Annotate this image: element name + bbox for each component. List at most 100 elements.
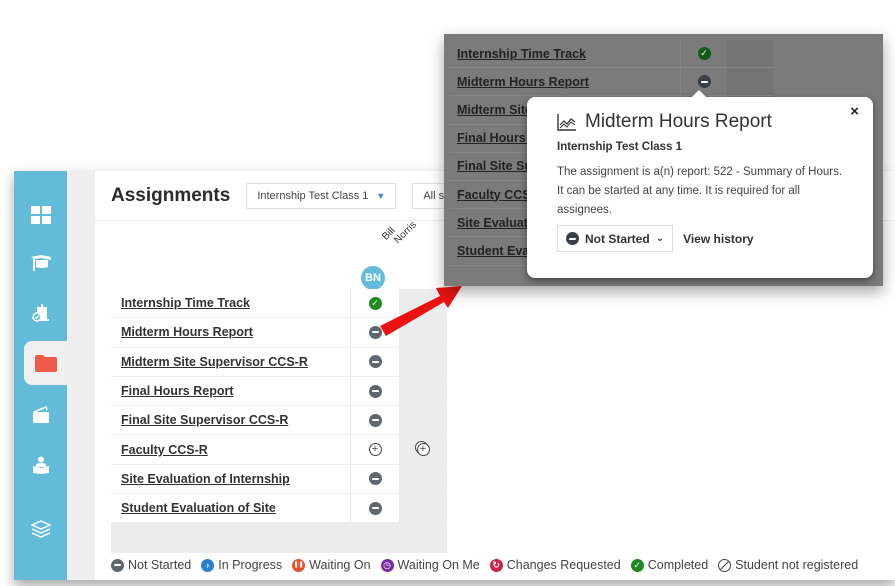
legend-item: Not Started	[111, 558, 191, 572]
not-started-icon[interactable]	[697, 75, 711, 89]
assignment-link[interactable]: Site Evaluation of Internship	[121, 472, 290, 486]
inset-row: Midterm Hours Report	[449, 68, 773, 97]
sidebar	[14, 171, 67, 580]
legend-label: In Progress	[218, 558, 283, 572]
not-started-icon	[566, 232, 579, 245]
legend-item: Student not registered	[718, 558, 858, 572]
inset-assignment-link: Midterm Site	[457, 102, 533, 117]
page-title: Assignments	[111, 184, 231, 206]
table-row: Final Site Supervisor CCS-R	[111, 406, 447, 436]
assignment-link[interactable]: Internship Time Track	[121, 296, 250, 310]
legend-label: Waiting On Me	[397, 558, 480, 572]
view-history-link[interactable]: View history	[683, 232, 753, 246]
reader-icon	[32, 456, 49, 474]
graduation-cap-icon	[30, 255, 51, 271]
waiting-on-me-icon: ◷	[380, 558, 394, 572]
folder-icon	[34, 354, 57, 372]
not-started-icon[interactable]	[368, 384, 382, 398]
sidebar-item-wallet[interactable]	[14, 393, 67, 437]
assignment-link[interactable]: Midterm Site Supervisor CCS-R	[121, 355, 308, 369]
inset-assignment-link: Student Eval	[457, 243, 533, 258]
completed-icon: ✓	[630, 558, 644, 572]
legend-label: Student not registered	[735, 558, 859, 572]
status-dropdown-label: Not Started	[585, 231, 650, 246]
sidebar-item-students[interactable]	[14, 443, 67, 487]
inset-assignment-link: Site Evaluati	[457, 215, 532, 230]
assignment-name-cell: Internship Time Track	[111, 289, 351, 318]
table-row: Student Evaluation of Site	[111, 494, 447, 524]
assignment-link[interactable]: Final Hours Report	[121, 384, 234, 398]
legend-label: Completed	[647, 558, 709, 572]
close-icon[interactable]: ×	[850, 103, 859, 120]
assignment-name-cell: Student Evaluation of Site	[111, 494, 351, 523]
sidebar-item-dashboard[interactable]	[14, 193, 67, 237]
class-select[interactable]: Internship Test Class 1 ▼	[246, 182, 397, 209]
changes-requested-icon: ↻	[489, 558, 503, 572]
assignment-link[interactable]: Student Evaluation of Site	[121, 501, 276, 515]
status-cell[interactable]: +	[351, 435, 399, 464]
inset-assignment-link: Midterm Hours Report	[457, 74, 589, 89]
building-check-icon	[31, 304, 49, 322]
wallet-icon	[32, 406, 49, 423]
assignment-link[interactable]: Final Site Supervisor CCS-R	[121, 413, 288, 427]
inset-row: Internship Time Track ✓	[449, 40, 773, 69]
inset-extra-cell	[727, 40, 773, 68]
extra-cell	[399, 494, 447, 523]
popup-description: The assignment is a(n) report: 522 - Sum…	[557, 166, 843, 216]
completed-icon[interactable]: ✓	[697, 47, 711, 61]
assignment-name-cell: Midterm Site Supervisor CCS-R	[111, 347, 351, 376]
extra-cell	[399, 464, 447, 494]
sidebar-item-layers[interactable]	[14, 507, 67, 551]
status-cell[interactable]	[351, 406, 399, 435]
status-legend: Not Started › In Progress ❚❚ Waiting On ◷ Wait…	[111, 558, 858, 572]
not-started-icon[interactable]	[368, 472, 382, 486]
chevron-down-icon: ⌄	[655, 233, 665, 244]
assignment-popup: × Midterm Hours Report Internship Test C…	[527, 90, 873, 278]
table-row: Midterm Site Supervisor CCS-R	[111, 347, 447, 377]
sidebar-item-assignments[interactable]	[24, 341, 67, 385]
add-icon[interactable]: +	[368, 443, 382, 457]
not-started-icon[interactable]	[368, 501, 382, 515]
inset-status-cell: ✓	[681, 40, 727, 67]
not-started-icon[interactable]	[368, 413, 382, 427]
not-registered-icon	[718, 558, 732, 572]
popup-pointer	[692, 90, 706, 97]
sidebar-item-sites[interactable]	[14, 291, 67, 335]
assignment-name-cell: Faculty CCS-R	[111, 435, 351, 464]
inset-extra-cell	[727, 68, 773, 96]
legend-item: › In Progress	[201, 558, 282, 572]
grid-icon	[30, 206, 51, 224]
inset-assignment-link: Internship Time Track	[457, 46, 586, 61]
status-cell[interactable]	[351, 347, 399, 376]
table-row: Final Hours Report	[111, 376, 447, 407]
legend-label: Not Started	[128, 558, 192, 572]
not-started-icon[interactable]	[368, 355, 382, 369]
popup-actions: Not Started ⌄ View history	[557, 225, 843, 252]
layers-icon	[30, 520, 51, 538]
status-cell[interactable]	[351, 494, 399, 523]
status-dropdown[interactable]: Not Started ⌄	[557, 225, 674, 252]
status-cell[interactable]	[351, 464, 399, 494]
legend-item: ◷ Waiting On Me	[380, 558, 480, 572]
status-cell[interactable]	[351, 376, 399, 406]
table-row: Site Evaluation of Internship	[111, 464, 447, 495]
waiting-on-icon: ❚❚	[292, 558, 306, 572]
footer-cell	[399, 523, 447, 554]
class-select-value: Internship Test Class 1	[257, 189, 369, 202]
sidebar-item-courses[interactable]	[14, 241, 67, 285]
assignment-link[interactable]: Faculty CCS-R	[121, 443, 208, 457]
stage: Assignments Internship Test Class 1 ▼ Al…	[0, 0, 895, 586]
extra-cell	[399, 376, 447, 406]
table-footer-row	[111, 523, 447, 554]
assignment-name-cell: Midterm Hours Report	[111, 318, 351, 347]
assignment-name-cell: Final Site Supervisor CCS-R	[111, 406, 351, 435]
inset-assignment-link: Faculty CCS-	[457, 187, 535, 202]
extra-cell	[399, 406, 447, 435]
popup-title: Midterm Hours Report	[557, 111, 843, 133]
red-arrow-annotation	[380, 286, 462, 336]
add-multiple-icon[interactable]: +	[416, 443, 430, 457]
legend-item: ✓ Completed	[630, 558, 709, 572]
assignment-link[interactable]: Midterm Hours Report	[121, 325, 253, 339]
zoomed-inset: Internship Time Track ✓ Midterm Hours Repo…	[444, 34, 883, 286]
assignment-name-cell: Final Hours Report	[111, 376, 351, 406]
